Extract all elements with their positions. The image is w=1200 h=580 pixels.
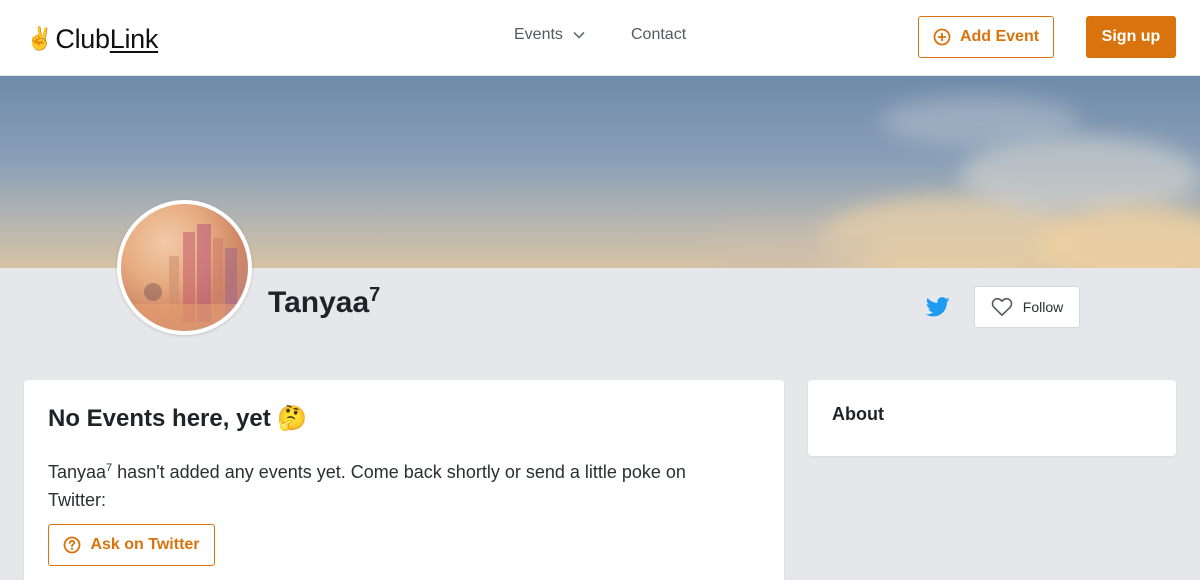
question-circle-icon bbox=[64, 536, 81, 554]
plus-circle-icon bbox=[933, 28, 951, 46]
nav-events-dropdown[interactable]: Events bbox=[514, 26, 585, 44]
profile-name-superscript: 7 bbox=[369, 284, 381, 306]
ask-on-twitter-button[interactable]: Ask on Twitter bbox=[48, 524, 215, 566]
logo-text-link: Link bbox=[109, 23, 159, 54]
logo-text-club: Club bbox=[55, 23, 110, 54]
events-message-body: hasn't added any events yet. Come back s… bbox=[48, 462, 686, 510]
events-message: Tanyaa7 hasn't added any events yet. Com… bbox=[48, 454, 738, 514]
about-heading: About bbox=[832, 404, 884, 424]
about-card: About bbox=[808, 380, 1176, 456]
twitter-icon[interactable] bbox=[926, 296, 950, 318]
ask-on-twitter-label: Ask on Twitter bbox=[90, 536, 200, 553]
events-card: No Events here, yet 🤔 Tanyaa7 hasn't add… bbox=[24, 380, 784, 580]
avatar-image bbox=[121, 204, 248, 331]
navbar: ✌️ Club Link Events Contact Add Event Si… bbox=[0, 0, 1200, 76]
profile-name: Tanyaa7 bbox=[268, 284, 381, 320]
add-event-button[interactable]: Add Event bbox=[918, 16, 1054, 58]
events-heading: No Events here, yet 🤔 bbox=[48, 405, 308, 432]
events-message-name: Tanyaa bbox=[48, 462, 107, 482]
heart-icon bbox=[991, 297, 1013, 316]
profile-name-text: Tanyaa bbox=[268, 286, 370, 319]
nav-contact-link[interactable]: Contact bbox=[631, 26, 686, 44]
victory-hand-icon: ✌️ bbox=[26, 26, 54, 51]
add-event-label: Add Event bbox=[959, 28, 1040, 45]
clublink-logo[interactable]: ✌️ Club Link bbox=[26, 22, 158, 56]
follow-button[interactable]: Follow bbox=[974, 286, 1080, 328]
chevron-down-icon bbox=[573, 31, 585, 39]
nav-events-label: Events bbox=[514, 26, 563, 43]
signup-button[interactable]: Sign up bbox=[1086, 16, 1176, 58]
avatar bbox=[117, 200, 252, 335]
follow-label: Follow bbox=[1022, 299, 1064, 315]
